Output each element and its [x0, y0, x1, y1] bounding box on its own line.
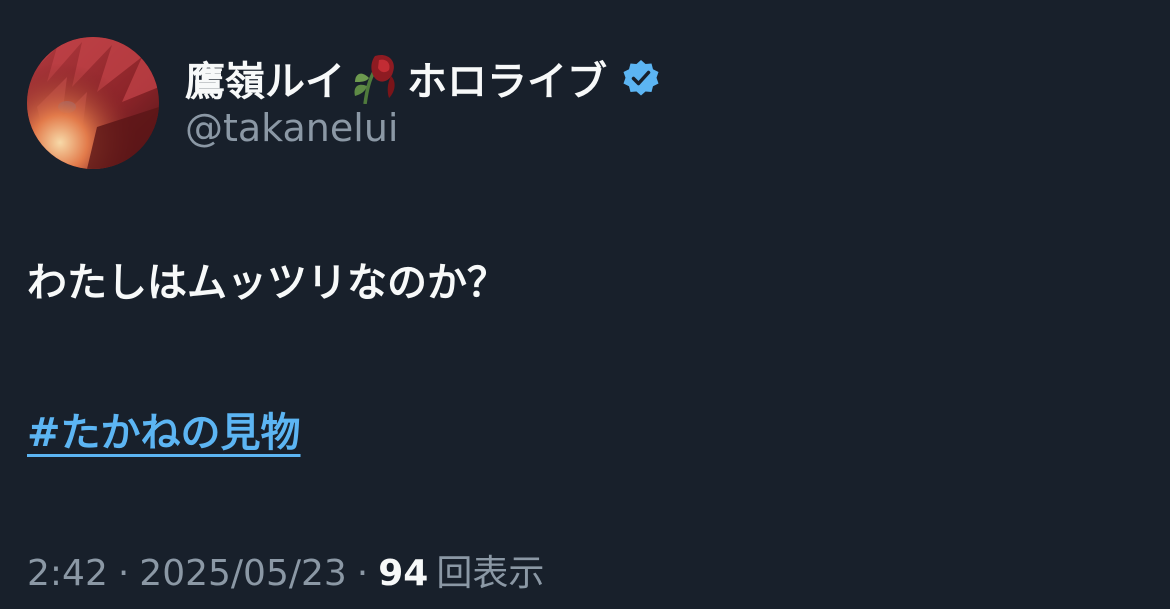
author-name-row: 鷹嶺ルイ ホロライブ	[185, 49, 661, 107]
tweet-card: 鷹嶺ルイ ホロライブ @takanelui わたしはムッツリなのか？ #たかねの…	[0, 0, 1170, 609]
author-handle[interactable]: @takanelui	[185, 106, 398, 150]
author-display-name[interactable]: 鷹嶺ルイ	[185, 49, 345, 107]
tweet-text: わたしはムッツリなのか？	[27, 260, 507, 306]
tweet-meta: 2:42 · 2025/05/23 · 94 回表示	[27, 544, 544, 596]
meta-separator: ·	[356, 553, 369, 594]
views-count[interactable]: 94	[378, 553, 428, 594]
views-label: 回表示	[436, 553, 545, 594]
verified-badge-icon[interactable]	[621, 58, 661, 98]
hashtag-link[interactable]: #たかねの見物	[27, 400, 301, 458]
wilted-rose-icon	[347, 52, 405, 105]
avatar-image	[27, 37, 159, 169]
tweet-date[interactable]: 2025/05/23	[139, 553, 347, 594]
author-affiliation[interactable]: ホロライブ	[407, 49, 607, 107]
tweet-time[interactable]: 2:42	[27, 553, 108, 594]
meta-separator: ·	[117, 553, 130, 594]
avatar[interactable]	[27, 37, 159, 169]
